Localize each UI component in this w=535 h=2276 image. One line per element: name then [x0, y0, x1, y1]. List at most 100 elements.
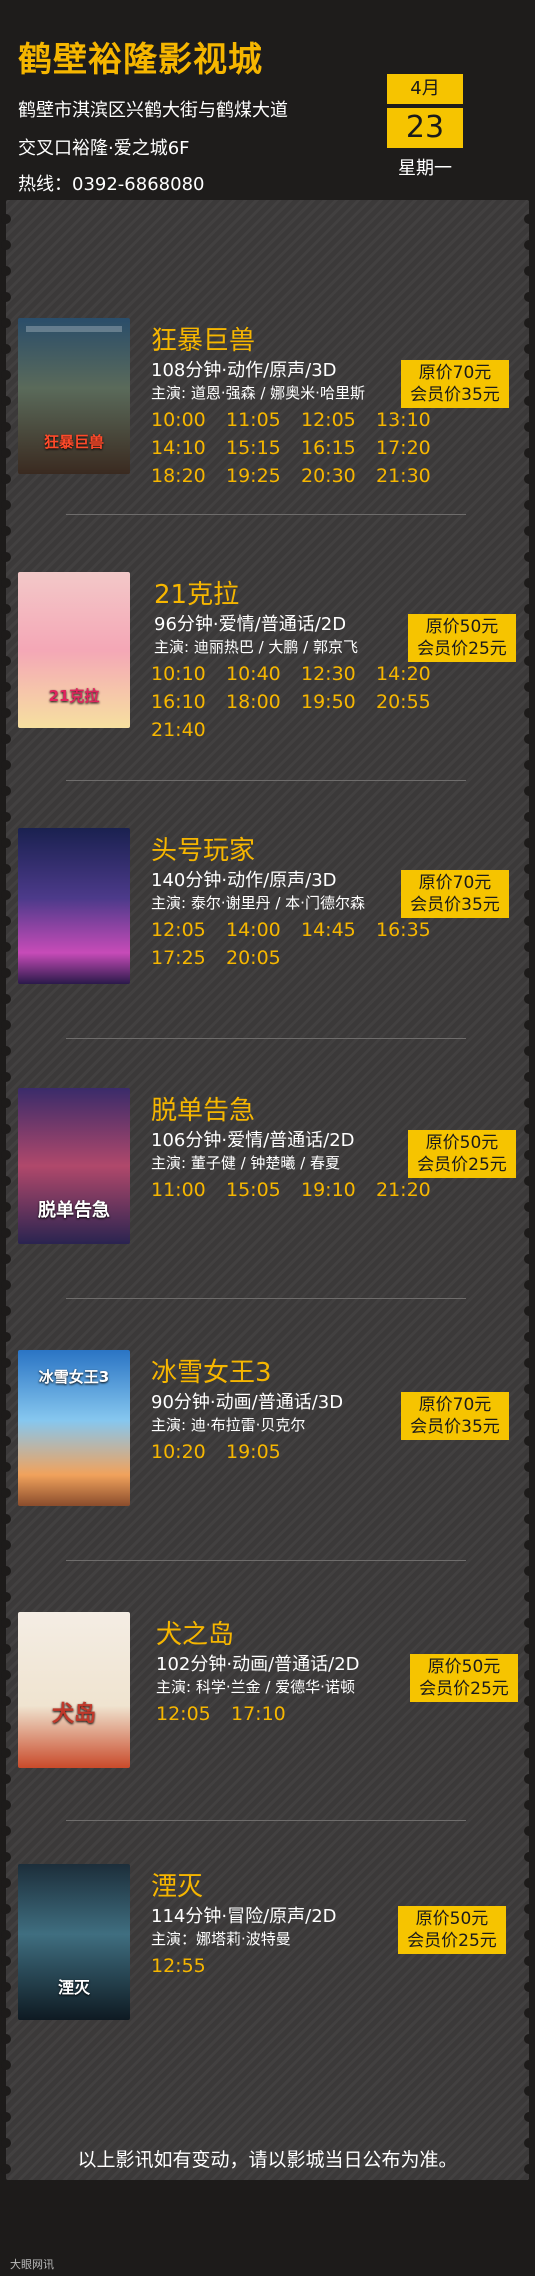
divider	[66, 1560, 466, 1561]
showtime[interactable]: 20:55	[376, 688, 451, 716]
ticket-edge-notch	[524, 1462, 534, 1472]
ticket-edge-notch	[524, 292, 534, 302]
showtime[interactable]: 12:05	[156, 1700, 231, 1728]
ticket-edge-notch	[1, 1696, 11, 1706]
showtime[interactable]: 12:05	[151, 916, 226, 944]
movie-poster[interactable]: 狂暴巨兽	[18, 318, 130, 474]
movie-title[interactable]: 狂暴巨兽	[151, 320, 255, 357]
watermark: 大眼网讯	[10, 2258, 54, 2271]
ticket-edge-notch	[524, 1202, 534, 1212]
showtimes: 10:00 11:05 12:05 13:10 14:10 15:15 16:15 17:20…	[151, 406, 451, 490]
showtime[interactable]: 19:25	[226, 462, 301, 490]
showtime[interactable]: 10:00	[151, 406, 226, 434]
showtime[interactable]: 15:15	[226, 434, 301, 462]
movie-poster[interactable]: 脱单告急	[18, 1088, 130, 1244]
cinema-name: 鹤壁裕隆影视城	[18, 40, 263, 80]
showtime[interactable]: 13:10	[376, 406, 451, 434]
divider	[66, 514, 466, 515]
showtime[interactable]: 16:15	[301, 434, 376, 462]
ticket-edge-notch	[1, 1072, 11, 1082]
ticket-edge-notch	[524, 422, 534, 432]
ticket-edge-notch	[1, 1540, 11, 1550]
ticket-edge-notch	[524, 1748, 534, 1758]
movie-poster[interactable]: 犬岛	[18, 1612, 130, 1768]
movie-title[interactable]: 冰雪女王3	[151, 1352, 272, 1389]
showtime[interactable]: 16:10	[151, 688, 226, 716]
movie-title[interactable]: 头号玩家	[151, 830, 255, 867]
movie-cast: 主演：娜塔莉·波特曼	[151, 1930, 291, 1948]
price-tag: 原价50元 会员价25元	[398, 1906, 506, 1954]
showtime[interactable]: 18:00	[226, 688, 301, 716]
showtime[interactable]: 20:05	[226, 944, 301, 972]
ticket-edge-notch	[524, 1540, 534, 1550]
movie-title[interactable]: 脱单告急	[151, 1090, 255, 1127]
showtime[interactable]: 14:10	[151, 434, 226, 462]
movie-title[interactable]: 21克拉	[154, 574, 239, 611]
ticket-edge-notch	[524, 864, 534, 874]
ticket-edge-notch	[1, 2008, 11, 2018]
showtime[interactable]: 17:10	[231, 1700, 306, 1728]
ticket-edge-notch	[524, 2138, 534, 2148]
ticket-edge-notch	[1, 1852, 11, 1862]
date-day: 23	[387, 108, 463, 148]
showtime[interactable]: 18:20	[151, 462, 226, 490]
ticket-edge-notch	[1, 2086, 11, 2096]
ticket-edge-notch	[1, 1176, 11, 1186]
showtime[interactable]: 19:05	[226, 1438, 301, 1466]
ticket-edge-notch	[1, 214, 11, 224]
showtime[interactable]: 10:20	[151, 1438, 226, 1466]
ticket-edge-notch	[524, 240, 534, 250]
divider	[66, 1038, 466, 1039]
ticket-edge-notch	[1, 448, 11, 458]
showtime[interactable]: 12:30	[301, 660, 376, 688]
movie-poster[interactable]	[18, 828, 130, 984]
price-tag: 原价70元 会员价35元	[401, 360, 509, 408]
movie-poster[interactable]: 冰雪女王3	[18, 1350, 130, 1506]
ticket-edge-notch	[1, 1488, 11, 1498]
showtime[interactable]: 16:35	[376, 916, 451, 944]
ticket-edge-notch	[1, 2112, 11, 2122]
ticket-edge-notch	[524, 1670, 534, 1680]
ticket-edge-notch	[524, 1436, 534, 1446]
showtime[interactable]: 21:30	[376, 462, 451, 490]
showtime[interactable]: 21:20	[376, 1176, 451, 1204]
ticket-edge-notch	[1, 786, 11, 796]
showtimes: 10:20 19:05	[151, 1438, 451, 1466]
movie-cast: 主演: 道恩·强森 / 娜奥米·哈里斯	[151, 384, 365, 402]
poster-title: 犬岛	[51, 1702, 96, 1727]
ticket-edge-notch	[524, 812, 534, 822]
showtime[interactable]: 11:05	[226, 406, 301, 434]
ticket-edge-notch	[1, 1436, 11, 1446]
ticket-edge-notch	[524, 1774, 534, 1784]
showtime[interactable]: 14:45	[301, 916, 376, 944]
ticket-edge-notch	[524, 266, 534, 276]
showtime[interactable]: 14:00	[226, 916, 301, 944]
movie-poster[interactable]: 21克拉	[18, 572, 130, 728]
showtime[interactable]: 17:25	[151, 944, 226, 972]
price-member: 会员价25元	[417, 639, 507, 659]
ticket-edge-notch	[524, 1826, 534, 1836]
showtime[interactable]: 19:50	[301, 688, 376, 716]
movie-title[interactable]: 湮灭	[151, 1866, 203, 1903]
showtime[interactable]: 21:40	[151, 716, 226, 744]
showtime[interactable]: 19:10	[301, 1176, 376, 1204]
movie-title[interactable]: 犬之岛	[156, 1614, 234, 1651]
ticket-edge-notch	[524, 396, 534, 406]
ticket-edge-notch	[1, 2060, 11, 2070]
movie-poster[interactable]: 湮灭	[18, 1864, 130, 2020]
price-member: 会员价25元	[407, 1931, 497, 1951]
movie-cast: 主演: 迪丽热巴 / 大鹏 / 郭京飞	[154, 638, 359, 656]
showtime[interactable]: 12:05	[301, 406, 376, 434]
showtime[interactable]: 14:20	[376, 660, 451, 688]
showtime[interactable]: 10:10	[151, 660, 226, 688]
ticket-edge-notch	[1, 1202, 11, 1212]
showtime[interactable]: 15:05	[226, 1176, 301, 1204]
showtime[interactable]: 10:40	[226, 660, 301, 688]
divider	[66, 780, 466, 781]
showtime[interactable]: 20:30	[301, 462, 376, 490]
showtime[interactable]: 17:20	[376, 434, 451, 462]
ticket-edge-notch	[524, 344, 534, 354]
showtime[interactable]: 11:00	[151, 1176, 226, 1204]
showtime[interactable]: 12:55	[151, 1952, 226, 1980]
ticket-edge-notch	[524, 474, 534, 484]
